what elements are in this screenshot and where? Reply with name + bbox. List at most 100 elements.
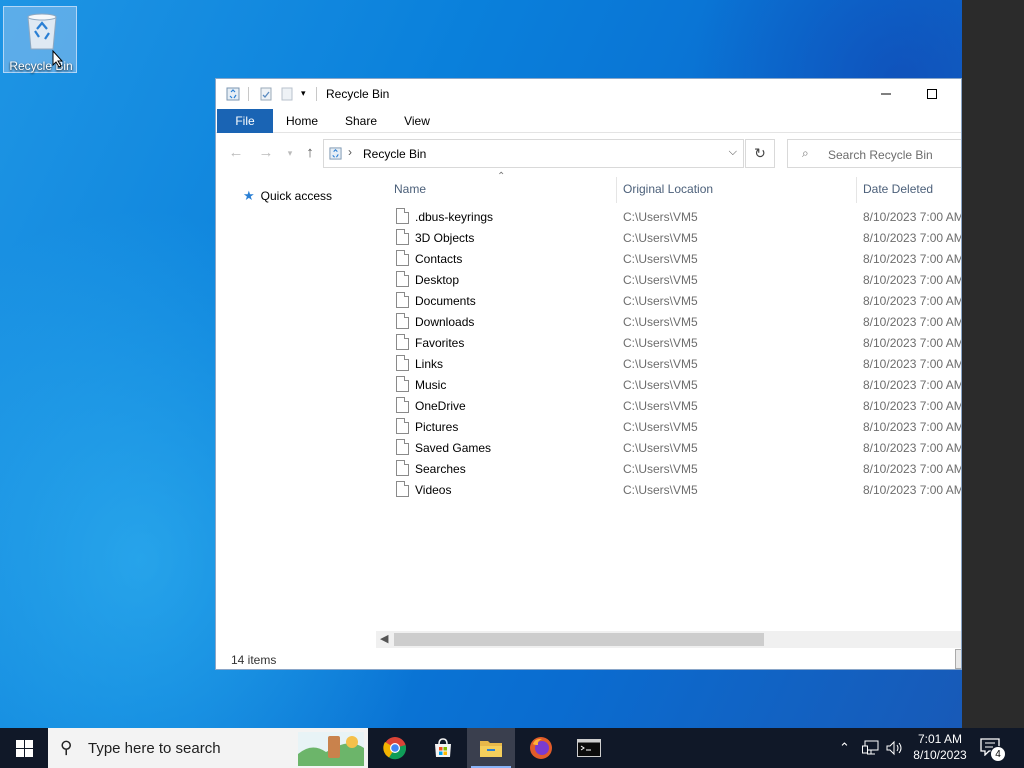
file-original-location: C:\Users\VM5 bbox=[623, 420, 698, 434]
taskbar-store[interactable] bbox=[419, 728, 467, 768]
horizontal-scrollbar[interactable]: ◀ bbox=[376, 631, 961, 648]
table-row[interactable]: 3D Objects C:\Users\VM5 8/10/2023 7:00 AM bbox=[376, 227, 962, 248]
taskbar-terminal[interactable] bbox=[565, 728, 613, 768]
quick-access-star-icon: ★ bbox=[243, 188, 255, 203]
view-toggle-icon[interactable] bbox=[955, 649, 961, 669]
tab-file[interactable]: File bbox=[217, 109, 273, 133]
clock-date: 8/10/2023 bbox=[913, 748, 967, 762]
desktop-edge-strip bbox=[962, 0, 1024, 728]
title-bar[interactable]: ▾ Recycle Bin bbox=[216, 79, 961, 109]
file-original-location: C:\Users\VM5 bbox=[623, 231, 698, 245]
table-row[interactable]: Documents C:\Users\VM5 8/10/2023 7:00 AM bbox=[376, 290, 962, 311]
taskbar-chrome[interactable] bbox=[371, 728, 419, 768]
file-date-deleted: 8/10/2023 7:00 AM bbox=[863, 441, 962, 455]
firefox-icon bbox=[530, 737, 552, 759]
file-date-deleted: 8/10/2023 7:00 AM bbox=[863, 336, 962, 350]
taskbar: ⚲ Type here to search ⌃ 7:01 AM 8/10/202… bbox=[0, 728, 1024, 768]
minimize-button[interactable] bbox=[863, 79, 909, 109]
quick-access-item[interactable]: ★ Quick access bbox=[243, 188, 332, 204]
taskbar-file-explorer[interactable] bbox=[467, 728, 515, 768]
column-header-date-deleted[interactable]: Date Deleted bbox=[863, 182, 933, 196]
address-row: ← → ▾ ↑ › Recycle Bin ⌵ ↻ ⌕ Search Recyc… bbox=[216, 135, 961, 173]
file-original-location: C:\Users\VM5 bbox=[623, 378, 698, 392]
breadcrumb-chevron-icon[interactable]: › bbox=[348, 145, 352, 159]
file-date-deleted: 8/10/2023 7:00 AM bbox=[863, 294, 962, 308]
refresh-button[interactable]: ↻ bbox=[745, 139, 775, 168]
scroll-left-icon[interactable]: ◀ bbox=[380, 632, 388, 645]
file-icon bbox=[396, 229, 409, 245]
desktop-icon-label: Recycle Bin bbox=[9, 59, 73, 73]
file-date-deleted: 8/10/2023 7:00 AM bbox=[863, 273, 962, 287]
address-dropdown-icon[interactable]: ⌵ bbox=[729, 146, 737, 159]
title-separator bbox=[316, 87, 317, 101]
recycle-bin-small-icon bbox=[226, 87, 240, 101]
address-bar[interactable]: › Recycle Bin ⌵ bbox=[323, 139, 744, 168]
show-hidden-icons-chevron-icon[interactable]: ⌃ bbox=[839, 740, 850, 756]
file-name: Saved Games bbox=[415, 441, 492, 455]
column-header-name[interactable]: Name bbox=[394, 182, 426, 196]
store-icon bbox=[435, 738, 451, 757]
new-folder-icon[interactable] bbox=[280, 87, 294, 101]
file-icon bbox=[396, 313, 409, 329]
back-arrow-icon[interactable]: ← bbox=[226, 144, 246, 161]
action-center-button[interactable]: 4 bbox=[980, 738, 1006, 762]
table-row[interactable]: Saved Games C:\Users\VM5 8/10/2023 7:00 AM bbox=[376, 437, 962, 458]
table-row[interactable]: Videos C:\Users\VM5 8/10/2023 7:00 AM bbox=[376, 479, 961, 500]
file-original-location: C:\Users\VM5 bbox=[623, 252, 698, 266]
table-row[interactable]: .dbus-keyrings C:\Users\VM5 8/10/2023 7:00… bbox=[376, 206, 961, 227]
notification-count-badge: 4 bbox=[990, 746, 1006, 762]
ribbon-tabs: File Home Share View bbox=[216, 109, 961, 133]
file-name: Links bbox=[415, 357, 444, 371]
quick-access-label: Quick access bbox=[260, 189, 333, 203]
file-name: OneDrive bbox=[415, 399, 466, 413]
tab-share[interactable]: Share bbox=[338, 109, 384, 133]
volume-icon[interactable] bbox=[886, 740, 904, 756]
up-arrow-icon[interactable]: ↑ bbox=[300, 144, 320, 161]
file-name: Favorites bbox=[415, 336, 465, 350]
maximize-button[interactable] bbox=[909, 79, 955, 109]
recycle-bin-icon bbox=[27, 13, 57, 50]
column-separator[interactable] bbox=[616, 177, 617, 203]
search-icon: ⌕ bbox=[802, 146, 809, 160]
navigation-pane: ★ Quick access bbox=[216, 173, 376, 643]
file-date-deleted: 8/10/2023 7:00 AM bbox=[863, 231, 962, 245]
taskbar-search-placeholder: Type here to search bbox=[88, 740, 221, 757]
search-highlight-illustration-icon bbox=[298, 732, 364, 766]
customize-quick-access-icon[interactable]: ▾ bbox=[301, 88, 315, 102]
table-row[interactable]: Downloads C:\Users\VM5 8/10/2023 7:00 AM bbox=[376, 311, 961, 332]
taskbar-clock[interactable]: 7:01 AM 8/10/2023 bbox=[910, 731, 970, 763]
column-header-original-location[interactable]: Original Location bbox=[623, 182, 713, 196]
breadcrumb[interactable]: Recycle Bin bbox=[363, 147, 426, 161]
search-placeholder: Search Recycle Bin bbox=[828, 148, 933, 162]
taskbar-search-input[interactable]: ⚲ Type here to search bbox=[48, 728, 368, 768]
clock-time: 7:01 AM bbox=[917, 732, 963, 746]
file-original-location: C:\Users\VM5 bbox=[623, 462, 698, 476]
table-row[interactable]: OneDrive C:\Users\VM5 8/10/2023 7:00 AM bbox=[376, 395, 961, 416]
scrollbar-thumb[interactable] bbox=[394, 633, 764, 646]
taskbar-firefox[interactable] bbox=[517, 728, 565, 768]
file-date-deleted: 8/10/2023 7:00 AM bbox=[863, 420, 962, 434]
table-row[interactable]: Links C:\Users\VM5 8/10/2023 7:00 AM bbox=[376, 353, 961, 374]
recent-locations-icon[interactable]: ▾ bbox=[280, 148, 300, 159]
table-row[interactable]: Contacts C:\Users\VM5 8/10/2023 7:00 AM bbox=[376, 248, 961, 269]
forward-arrow-icon[interactable]: → bbox=[256, 144, 276, 161]
table-row[interactable]: Searches C:\Users\VM5 8/10/2023 7:00 AM bbox=[376, 458, 961, 479]
file-icon bbox=[396, 439, 409, 455]
desktop-icon-recycle-bin[interactable]: Recycle Bin bbox=[3, 6, 77, 73]
file-original-location: C:\Users\VM5 bbox=[623, 357, 698, 371]
table-row[interactable]: Favorites C:\Users\VM5 8/10/2023 7:00 AM bbox=[376, 332, 962, 353]
tab-home[interactable]: Home bbox=[278, 109, 326, 133]
network-icon[interactable] bbox=[862, 740, 880, 756]
search-input[interactable]: ⌕ Search Recycle Bin bbox=[787, 139, 961, 168]
tab-view[interactable]: View bbox=[396, 109, 438, 133]
explorer-window: ▾ Recycle Bin File Home Share View ← → ▾… bbox=[215, 78, 962, 670]
column-separator[interactable] bbox=[856, 177, 857, 203]
properties-icon[interactable] bbox=[259, 87, 273, 101]
file-name: Documents bbox=[415, 294, 476, 308]
table-row[interactable]: Music C:\Users\VM5 8/10/2023 7:00 AM bbox=[376, 374, 961, 395]
file-name: Desktop bbox=[415, 273, 460, 287]
table-row[interactable]: Pictures C:\Users\VM5 8/10/2023 7:00 AM bbox=[376, 416, 962, 437]
file-icon bbox=[396, 250, 409, 266]
table-row[interactable]: Desktop C:\Users\VM5 8/10/2023 7:00 AM bbox=[376, 269, 962, 290]
start-button[interactable] bbox=[0, 728, 48, 768]
